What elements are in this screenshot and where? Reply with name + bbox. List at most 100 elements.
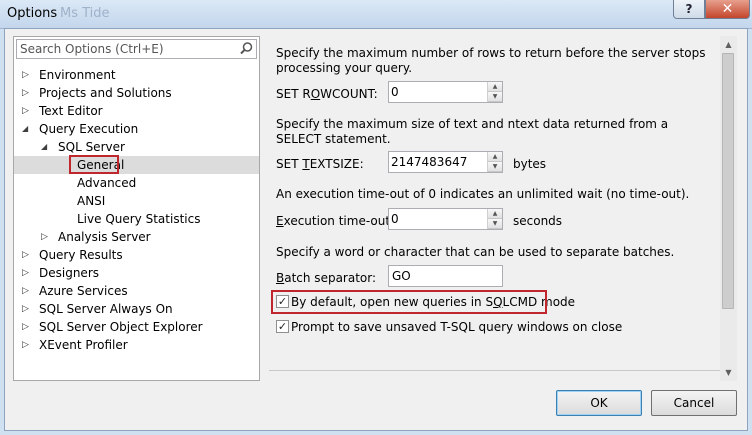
search-icon[interactable] — [238, 40, 254, 58]
tree-item-label: Azure Services — [39, 284, 128, 298]
tree-item[interactable]: Text Editor — [14, 102, 259, 120]
textsize-label-part: EXTSIZE: — [309, 157, 364, 171]
spin-up-icon[interactable]: ▲ — [488, 82, 502, 92]
scroll-up-icon[interactable]: ▲ — [720, 36, 737, 53]
tree-item[interactable]: Environment — [14, 66, 259, 84]
rowcount-label: SET ROWCOUNT: — [276, 87, 378, 101]
rowcount-stepper[interactable]: ▲▼ — [388, 81, 503, 103]
tree-item-label: Designers — [39, 266, 99, 280]
tree-item-label: Analysis Server — [58, 230, 151, 244]
tree-item[interactable]: SQL Server — [14, 138, 259, 156]
spin-up-icon[interactable]: ▲ — [488, 152, 502, 162]
tree-item[interactable]: General — [14, 155, 259, 174]
rowcount-label-part: SET R — [276, 87, 311, 101]
title-bar: Options Ms Tide ? ✕ — [0, 0, 752, 29]
tree-item-label: Advanced — [77, 176, 137, 190]
tree-item[interactable]: Analysis Server — [14, 228, 259, 246]
expand-arrow-icon[interactable] — [22, 120, 32, 138]
collapse-arrow-icon[interactable] — [22, 102, 32, 120]
search-box[interactable] — [16, 39, 257, 59]
collapse-arrow-icon[interactable] — [22, 282, 32, 300]
tree-item[interactable]: Query Results — [14, 246, 259, 264]
timeout-stepper[interactable]: ▲▼ — [388, 208, 503, 230]
timeout-unit: seconds — [513, 214, 563, 228]
rowcount-spin-buttons[interactable]: ▲ ▼ — [487, 82, 502, 102]
help-button[interactable]: ? — [673, 0, 705, 19]
annotation-highlight — [271, 290, 547, 314]
textsize-label: SET TEXTSIZE: — [276, 157, 364, 171]
rowcount-description: Specify the maximum number of rows to re… — [276, 46, 706, 75]
textsize-input[interactable] — [391, 154, 486, 170]
textsize-access-key: T — [302, 157, 310, 171]
tree-item[interactable]: Designers — [14, 264, 259, 282]
tree-item-label: Environment — [39, 68, 116, 82]
prompt-save-label: Prompt to save unsaved T-SQL query windo… — [291, 320, 623, 334]
batch-separator-field[interactable] — [388, 265, 503, 287]
collapse-arrow-icon[interactable] — [22, 300, 32, 318]
spin-down-icon[interactable]: ▼ — [488, 162, 502, 172]
batch-separator-input[interactable] — [392, 268, 497, 284]
collapse-arrow-icon[interactable] — [22, 336, 32, 354]
tree-item-label: SQL Server Object Explorer — [39, 320, 203, 334]
collapse-arrow-icon[interactable] — [22, 66, 32, 84]
tree-item[interactable]: Live Query Statistics — [14, 210, 259, 228]
collapse-arrow-icon[interactable] — [22, 264, 32, 282]
collapse-arrow-icon[interactable] — [22, 318, 32, 336]
timeout-label-part: xecution time-out: — [283, 214, 395, 228]
textsize-label-part: SET — [276, 157, 303, 171]
timeout-label: Execution time-out: — [276, 214, 394, 228]
close-icon: ✕ — [721, 1, 734, 17]
close-button[interactable]: ✕ — [705, 0, 750, 19]
tree-item-label: Text Editor — [39, 104, 103, 118]
tree-item[interactable]: Query Execution — [14, 120, 259, 138]
batch-label-part: atch separator: — [284, 271, 377, 285]
scroll-down-icon[interactable]: ▼ — [720, 364, 737, 381]
timeout-input[interactable] — [391, 211, 486, 227]
dialog-body: Environment Projects and Solutions Text Ed… — [4, 28, 748, 431]
tree-item-label: SQL Server Always On — [39, 302, 173, 316]
tree-item[interactable]: Azure Services — [14, 282, 259, 300]
textsize-description: Specify the maximum size of text and nte… — [276, 117, 669, 146]
batch-description: Specify a word or character that can be … — [276, 245, 675, 259]
timeout-access-key: E — [276, 214, 284, 228]
tree-item-label: Query Execution — [39, 122, 139, 136]
expand-arrow-icon[interactable] — [41, 138, 51, 156]
tree-item-label: Projects and Solutions — [39, 86, 172, 100]
options-tree: Environment Projects and Solutions Text Ed… — [14, 66, 259, 354]
settings-scrollbar[interactable]: ▲ ▼ — [720, 36, 737, 381]
cancel-button[interactable]: Cancel — [651, 390, 737, 416]
textsize-unit: bytes — [513, 157, 547, 171]
tree-item[interactable]: SQL Server Object Explorer — [14, 318, 259, 336]
collapse-arrow-icon[interactable] — [22, 246, 32, 264]
timeout-spin-buttons[interactable]: ▲ ▼ — [487, 209, 502, 229]
tree-item-label: Query Results — [39, 248, 123, 262]
scrollbar-thumb[interactable] — [722, 53, 734, 309]
ok-button[interactable]: OK — [556, 390, 642, 416]
tree-item[interactable]: Advanced — [14, 174, 259, 192]
panel-divider — [269, 370, 721, 371]
rowcount-label-part: WCOUNT: — [320, 87, 378, 101]
tree-item[interactable]: XEvent Profiler — [14, 336, 259, 354]
rowcount-input[interactable] — [391, 84, 486, 100]
rowcount-access-key: O — [310, 87, 321, 101]
search-input[interactable] — [20, 41, 230, 57]
textsize-stepper[interactable]: ▲▼ — [388, 151, 503, 173]
options-tree-panel: Environment Projects and Solutions Text Ed… — [13, 36, 260, 381]
background-window-title: Ms Tide — [60, 6, 110, 21]
spin-up-icon[interactable]: ▲ — [488, 209, 502, 219]
collapse-arrow-icon[interactable] — [41, 228, 51, 246]
spin-down-icon[interactable]: ▼ — [488, 219, 502, 229]
textsize-spin-buttons[interactable]: ▲ ▼ — [487, 152, 502, 172]
tree-item[interactable]: ANSI — [14, 192, 259, 210]
timeout-description: An execution time-out of 0 indicates an … — [276, 187, 690, 201]
tree-item-label: XEvent Profiler — [39, 338, 128, 352]
spin-down-icon[interactable]: ▼ — [488, 92, 502, 102]
settings-panel: Specify the maximum number of rows to re… — [269, 36, 721, 381]
help-icon: ? — [685, 2, 693, 16]
annotation-highlight — [69, 155, 119, 174]
prompt-save-checkbox[interactable]: ✓ — [276, 320, 289, 333]
collapse-arrow-icon[interactable] — [22, 84, 32, 102]
window-title: Options — [7, 6, 58, 21]
tree-item[interactable]: SQL Server Always On — [14, 300, 259, 318]
tree-item[interactable]: Projects and Solutions — [14, 84, 259, 102]
